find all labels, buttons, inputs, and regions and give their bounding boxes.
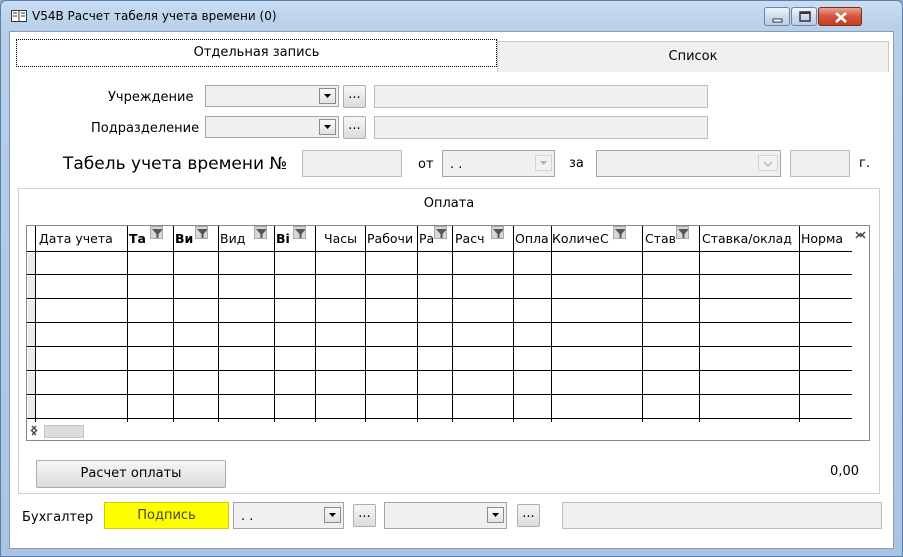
chevron-down-icon xyxy=(763,161,773,167)
division-combo[interactable] xyxy=(205,116,339,138)
filter-icon[interactable] xyxy=(491,226,504,239)
period-dropdown[interactable] xyxy=(758,155,778,171)
close-button[interactable] xyxy=(818,7,862,26)
col-quantity[interactable]: Количе xyxy=(552,231,599,246)
maximize-button[interactable] xyxy=(791,7,817,26)
period-combo[interactable] xyxy=(596,150,781,177)
accountant-date-value: . . xyxy=(241,509,254,524)
filter-icon[interactable] xyxy=(195,226,208,239)
accountant-combo[interactable] xyxy=(384,502,507,529)
app-window: V54B Расчет табеля учета времени (0) Отд… xyxy=(0,0,903,557)
chevron-down-icon xyxy=(540,161,547,165)
chevron-down-icon xyxy=(329,513,336,517)
payment-total: 0,00 xyxy=(830,464,859,479)
filter-icon[interactable] xyxy=(613,226,626,239)
filter-icon[interactable] xyxy=(676,226,689,239)
col-rate-salary[interactable]: Ставка/оклад xyxy=(702,231,799,246)
col-calc[interactable]: Расч xyxy=(455,231,489,246)
institution-name-field xyxy=(374,85,708,108)
grid-lines xyxy=(27,226,853,424)
close-icon xyxy=(835,12,847,23)
accountant-name-lookup-button[interactable]: ... xyxy=(517,504,540,527)
institution-combo[interactable] xyxy=(205,85,339,107)
timesheet-date-field[interactable]: . . xyxy=(442,150,555,177)
minimize-icon xyxy=(772,18,783,23)
chevron-down-icon xyxy=(324,94,331,98)
col-hours[interactable]: Часы xyxy=(324,231,357,246)
col-ra[interactable]: Ра xyxy=(419,231,433,246)
col-vi[interactable]: Ви xyxy=(175,231,195,246)
timesheet-date-value: . . xyxy=(450,157,463,172)
payment-title: Оплата xyxy=(423,196,475,211)
col-norm[interactable]: Норма xyxy=(801,231,851,246)
col-vi2[interactable]: Ві xyxy=(276,231,292,246)
maximize-icon xyxy=(799,11,811,22)
scroll-down-icon[interactable] xyxy=(852,226,869,243)
tab-record[interactable]: Отдельная запись xyxy=(16,39,497,67)
minimize-button[interactable] xyxy=(764,7,790,26)
col-rate[interactable]: Став xyxy=(645,231,675,246)
division-lookup-button[interactable]: ... xyxy=(343,116,366,139)
accountant-lookup-button[interactable]: ... xyxy=(353,504,376,527)
accountant-date-dropdown[interactable] xyxy=(324,507,341,523)
division-dropdown[interactable] xyxy=(319,119,336,135)
accountant-date-field[interactable]: . . xyxy=(233,502,344,529)
horizontal-scrollbar[interactable] xyxy=(27,422,869,440)
client-area: Отдельная запись Список Учреждение ... П… xyxy=(9,31,894,549)
accountant-label: Бухгалтер xyxy=(22,510,94,525)
col-payment[interactable]: Опла xyxy=(515,231,551,246)
col-date[interactable]: Дата учета xyxy=(39,231,113,246)
chevron-down-icon xyxy=(492,513,499,517)
institution-dropdown[interactable] xyxy=(319,88,336,104)
from-label: от xyxy=(418,157,434,172)
filter-icon[interactable] xyxy=(293,226,306,239)
for-label: за xyxy=(569,156,584,171)
calc-payment-button[interactable]: Расчет оплаты xyxy=(36,460,226,488)
timesheet-label: Табель учета времени № xyxy=(63,154,288,174)
col-workdays[interactable]: Рабочи xyxy=(367,231,417,246)
division-label: Подразделение xyxy=(91,121,200,136)
col-vid[interactable]: Вид xyxy=(220,231,250,246)
vertical-scrollbar[interactable] xyxy=(852,226,869,422)
institution-lookup-button[interactable]: ... xyxy=(343,85,366,108)
horizontal-scroll-thumb[interactable] xyxy=(44,425,84,438)
window-title: V54B Расчет табеля учета времени (0) xyxy=(32,9,277,23)
filter-icon[interactable] xyxy=(254,226,267,239)
tab-list[interactable]: Список xyxy=(497,41,889,72)
scroll-right-icon[interactable] xyxy=(27,422,41,439)
window-icon xyxy=(11,10,27,22)
title-bar[interactable]: V54B Расчет табеля учета времени (0) xyxy=(1,1,902,31)
timesheet-date-dropdown[interactable] xyxy=(535,155,552,171)
division-name-field xyxy=(374,116,708,139)
filter-icon[interactable] xyxy=(150,226,163,239)
timesheet-number-field[interactable] xyxy=(302,150,402,177)
year-field[interactable] xyxy=(790,150,850,177)
institution-label: Учреждение xyxy=(108,90,194,105)
filter-icon[interactable] xyxy=(434,226,447,239)
accountant-dropdown[interactable] xyxy=(487,507,504,523)
payment-group: Оплата Дата учета Та Ви Вид Ві Часы Рабо… xyxy=(18,188,880,494)
col-s[interactable]: С xyxy=(600,231,612,246)
accountant-name-field xyxy=(562,502,882,529)
year-suffix: г. xyxy=(859,156,870,171)
col-ta[interactable]: Та xyxy=(129,231,149,246)
sign-button[interactable]: Подпись xyxy=(104,502,229,529)
chevron-down-icon xyxy=(324,125,331,129)
payment-grid[interactable]: Дата учета Та Ви Вид Ві Часы Рабочи Ра Р… xyxy=(26,225,870,441)
